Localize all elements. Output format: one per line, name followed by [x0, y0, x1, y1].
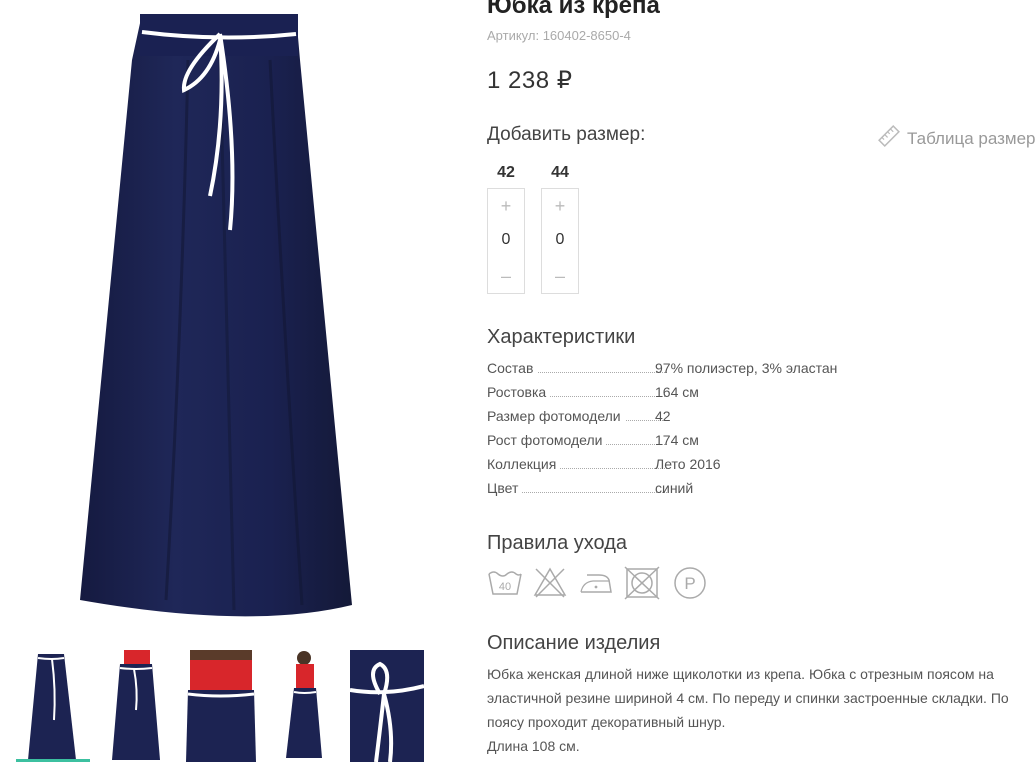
- characteristic-value: 97% полиэстер, 3% эластан: [655, 360, 838, 376]
- characteristic-row: Ростовка 164 см: [487, 382, 867, 406]
- thumbnail-4[interactable]: [268, 650, 342, 762]
- product-price: 1 238 ₽: [487, 67, 573, 94]
- thumbnail-2[interactable]: [100, 650, 174, 762]
- iron-low-icon: [580, 574, 612, 593]
- size-selector-42: 42 + –: [487, 162, 525, 294]
- characteristic-row: Рост фотомодели 174 см: [487, 430, 867, 454]
- no-tumble-dry-icon: [624, 566, 660, 600]
- size-table-link[interactable]: Таблица размеров: [877, 124, 1036, 149]
- quantity-stepper: + –: [541, 188, 579, 294]
- care-heading: Правила ухода: [487, 532, 628, 554]
- characteristic-value: 174 см: [655, 432, 699, 448]
- size-table-label: Таблица размеров: [907, 129, 1036, 148]
- quantity-input[interactable]: [488, 227, 524, 253]
- product-sku: Артикул: 160402-8650-4: [487, 28, 631, 43]
- product-info: Юбка из крепа Артикул: 160402-8650-4 1 2…: [487, 0, 1036, 768]
- quantity-stepper: + –: [487, 188, 525, 294]
- characteristic-value: синий: [655, 480, 694, 496]
- characteristic-row: Коллекция Лето 2016: [487, 454, 867, 478]
- thumbnail-3[interactable]: [184, 650, 258, 762]
- decrement-button[interactable]: –: [488, 261, 524, 291]
- characteristic-key: Коллекция: [487, 456, 561, 472]
- size-label: 44: [551, 164, 569, 181]
- characteristic-value: 164 см: [655, 384, 699, 400]
- quantity-input[interactable]: [542, 227, 578, 253]
- product-title: Юбка из крепа: [487, 0, 660, 19]
- characteristic-value: Лето 2016: [655, 456, 721, 472]
- characteristic-key: Рост фотомодели: [487, 432, 607, 448]
- product-gallery: [0, 0, 460, 768]
- ruler-icon: [878, 125, 900, 147]
- no-bleach-icon: [533, 567, 567, 598]
- dry-clean-p-icon: P: [674, 567, 706, 599]
- description-heading: Описание изделия: [487, 632, 661, 654]
- product-description: Юбка женская длиной ниже щиколотки из кр…: [487, 662, 1017, 758]
- thumbnail-strip: [16, 650, 436, 768]
- description-text: Юбка женская длиной ниже щиколотки из кр…: [487, 666, 1009, 730]
- decrement-button[interactable]: –: [542, 261, 578, 291]
- description-length: Длина 108 см.: [487, 738, 580, 754]
- add-size-label: Добавить размер:: [487, 124, 646, 145]
- characteristic-key: Размер фотомодели: [487, 408, 625, 424]
- characteristics-heading: Характеристики: [487, 326, 636, 348]
- size-label: 42: [497, 164, 515, 181]
- size-selector-44: 44 + –: [541, 162, 579, 294]
- dry-clean-letter: P: [684, 574, 695, 593]
- characteristic-row: Состав 97% полиэстер, 3% эластан: [487, 358, 867, 382]
- increment-button[interactable]: +: [488, 191, 524, 221]
- characteristics-list: Состав 97% полиэстер, 3% эластан Ростовка…: [487, 358, 867, 502]
- characteristic-row: Размер фотомодели 42: [487, 406, 867, 430]
- main-product-photo[interactable]: [70, 0, 370, 630]
- wash-temp-label: 40: [499, 581, 511, 593]
- characteristic-key: Ростовка: [487, 384, 551, 400]
- thumbnail-1[interactable]: [16, 650, 90, 762]
- thumbnail-5[interactable]: [350, 650, 424, 762]
- characteristic-key: Состав: [487, 360, 538, 376]
- increment-button[interactable]: +: [542, 191, 578, 221]
- characteristic-key: Цвет: [487, 480, 523, 496]
- characteristic-row: Цвет синий: [487, 478, 867, 502]
- wash-40-icon: 40: [488, 571, 522, 595]
- characteristic-value: 42: [655, 408, 671, 424]
